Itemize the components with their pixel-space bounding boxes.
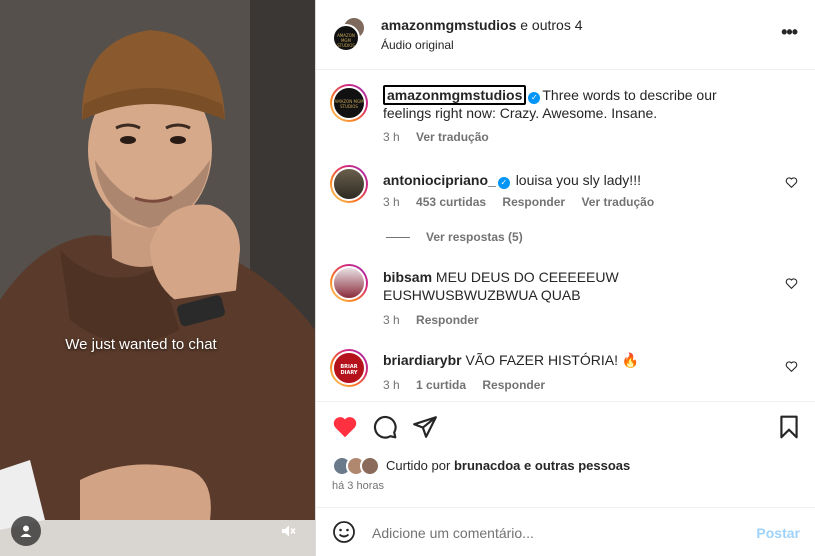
bookmark-icon[interactable] xyxy=(776,414,802,440)
comment-text: VÃO FAZER HISTÓRIA! 🔥 xyxy=(465,352,640,368)
verified-badge-icon: ✓ xyxy=(528,92,541,104)
heart-filled-icon[interactable] xyxy=(332,414,358,440)
collab-avatar-1: AMAZON MGM STUDIOS xyxy=(332,24,360,52)
post-comment-button[interactable]: Postar xyxy=(756,525,800,541)
heart-outline-icon[interactable] xyxy=(785,360,798,373)
post-panel: AMAZON MGM STUDIOS amazonmgmstudios e ou… xyxy=(315,0,815,556)
reel-video[interactable]: We just wanted to chat xyxy=(0,0,315,556)
original-audio-link[interactable]: Áudio original xyxy=(381,38,454,52)
comment-text: louisa you sly lady!!! xyxy=(515,172,641,188)
comment-input[interactable] xyxy=(372,522,742,544)
comment-meta: 3 h Ver tradução xyxy=(383,130,502,144)
header-others[interactable]: e outros 4 xyxy=(520,17,582,33)
avatar[interactable] xyxy=(330,165,368,203)
more-horizontal-icon: ••• xyxy=(781,22,798,42)
reply-button[interactable]: Responder xyxy=(416,313,479,327)
comment-likes[interactable]: 453 curtidas xyxy=(416,195,486,209)
speaker-muted-icon xyxy=(282,525,296,537)
comment-text-block: antoniocipriano_ ✓ louisa you sly lady!!! xyxy=(383,171,763,189)
translate-button[interactable]: Ver tradução xyxy=(416,130,489,144)
verified-badge-icon: ✓ xyxy=(497,177,510,189)
post-header: AMAZON MGM STUDIOS amazonmgmstudios e ou… xyxy=(316,0,815,70)
more-options-button[interactable]: ••• xyxy=(781,22,798,43)
reply-button[interactable]: Responder xyxy=(502,195,565,209)
header-accounts[interactable]: amazonmgmstudios e outros 4 xyxy=(381,17,583,33)
comment-username[interactable]: amazonmgmstudios xyxy=(383,85,527,105)
comment-text-block: amazonmgmstudios ✓ Three words to describe… xyxy=(383,85,763,122)
video-frame xyxy=(0,0,315,556)
heart-outline-icon[interactable] xyxy=(785,176,798,189)
post-date[interactable]: há 3 horas xyxy=(332,480,384,492)
view-replies-button[interactable]: Ver respostas (5) xyxy=(386,230,523,244)
comment-likes[interactable]: 1 curtida xyxy=(416,378,466,392)
user-icon xyxy=(20,525,32,537)
comment-time[interactable]: 3 h xyxy=(383,195,400,209)
send-icon[interactable] xyxy=(412,414,438,440)
mute-toggle-button[interactable] xyxy=(273,516,303,546)
liked-by-text: Curtido por brunacdoa e outras pessoas xyxy=(386,458,630,473)
comment-meta: 3 h 453 curtidas Responder Ver tradução xyxy=(383,195,667,209)
comment-meta: 3 h 1 curtida Responder xyxy=(383,378,558,392)
avatar[interactable]: BRIAR DIARY xyxy=(330,349,368,387)
emoji-icon[interactable] xyxy=(332,520,356,544)
view-replies-label: Ver respostas (5) xyxy=(426,230,523,244)
video-caption: We just wanted to chat xyxy=(65,336,217,353)
comment-time[interactable]: 3 h xyxy=(383,313,400,327)
comments-list: AMAZON MGM STUDIOS amazonmgmstudios ✓ Thre… xyxy=(316,71,815,401)
comment-text-block: bibsam MEU DEUS DO CEEEEEUW EUSHWUSBWUZB… xyxy=(383,268,763,304)
liked-by-user[interactable]: brunacdoa xyxy=(454,458,520,473)
avatar[interactable] xyxy=(330,264,368,302)
comment-time[interactable]: 3 h xyxy=(383,130,400,144)
replies-divider xyxy=(386,237,410,239)
add-comment-bar: Postar xyxy=(316,507,815,556)
comment-username[interactable]: bibsam xyxy=(383,269,432,285)
comment-time[interactable]: 3 h xyxy=(383,378,400,392)
collab-avatars[interactable]: AMAZON MGM STUDIOS xyxy=(330,16,370,56)
header-username[interactable]: amazonmgmstudios xyxy=(381,17,516,33)
comment-username[interactable]: antoniocipriano_ xyxy=(383,172,496,188)
post-actions: Curtido por brunacdoa e outras pessoas h… xyxy=(316,401,815,506)
translate-button[interactable]: Ver tradução xyxy=(581,195,654,209)
comment-username[interactable]: briardiarybr xyxy=(383,352,462,368)
liked-by-others[interactable]: e outras pessoas xyxy=(524,458,630,473)
reply-button[interactable]: Responder xyxy=(482,378,545,392)
heart-outline-icon[interactable] xyxy=(785,277,798,290)
tagged-users-button[interactable] xyxy=(11,516,41,546)
comment-icon[interactable] xyxy=(372,414,398,440)
avatar[interactable]: AMAZON MGM STUDIOS xyxy=(330,84,368,122)
liked-by-avatars[interactable] xyxy=(332,456,386,476)
liked-by-prefix: Curtido por xyxy=(386,458,451,473)
comment-text-block: briardiarybr VÃO FAZER HISTÓRIA! 🔥 xyxy=(383,351,763,369)
comment-meta: 3 h Responder xyxy=(383,313,492,327)
